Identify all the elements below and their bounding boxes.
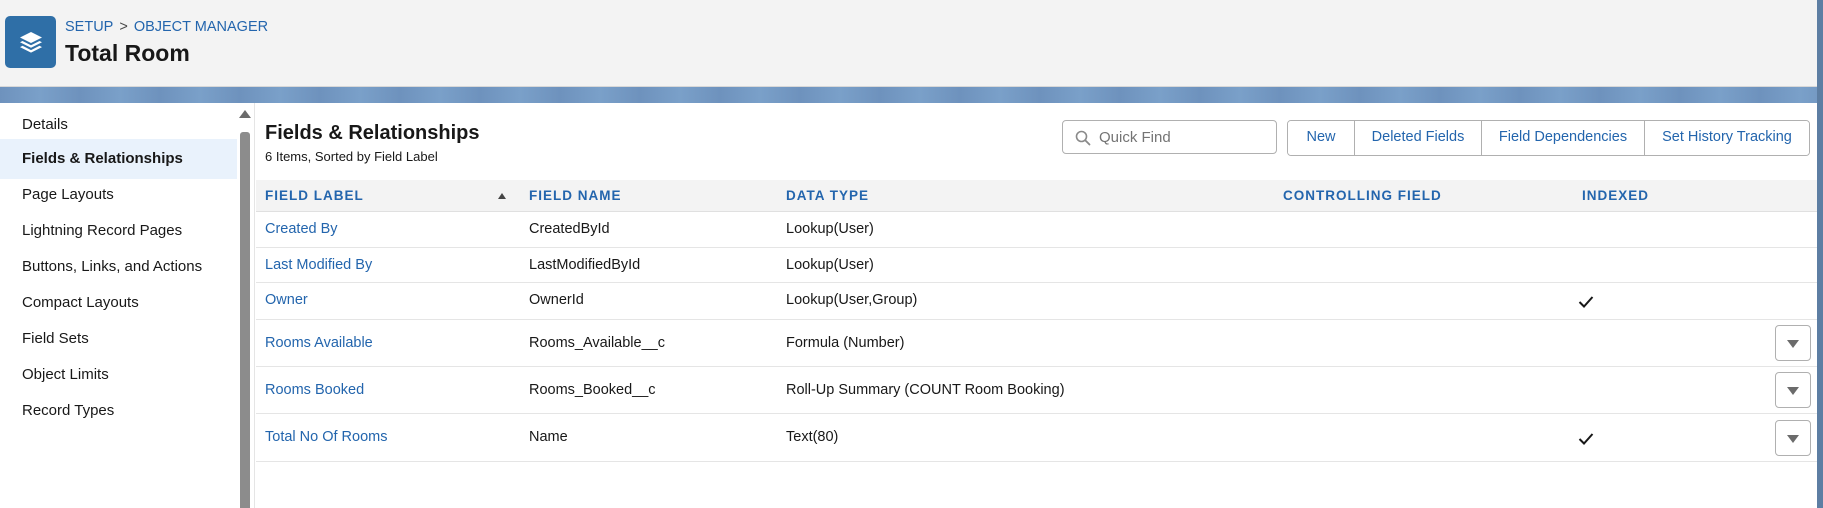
field-name: Rooms_Booked__c bbox=[529, 382, 656, 398]
column-header-field-label[interactable]: Field Label bbox=[265, 180, 364, 212]
field-label-link[interactable]: Created By bbox=[265, 221, 338, 237]
sidebar-scrollbar[interactable] bbox=[240, 132, 250, 508]
column-header-controlling-field[interactable]: Controlling Field bbox=[1283, 180, 1442, 212]
data-type: Roll-Up Summary (COUNT Room Booking) bbox=[786, 382, 1065, 398]
decorative-banner bbox=[0, 87, 1817, 103]
sidebar-item-buttons-links-actions[interactable]: Buttons, Links, and Actions bbox=[0, 247, 237, 287]
quick-find-input[interactable] bbox=[1099, 122, 1269, 152]
breadcrumb: SETUP > OBJECT MANAGER bbox=[65, 19, 268, 35]
row-actions-button[interactable] bbox=[1775, 420, 1811, 456]
window-edge bbox=[1817, 0, 1823, 508]
sidebar-item-record-types[interactable]: Record Types bbox=[0, 391, 237, 431]
data-type: Lookup(User) bbox=[786, 257, 874, 273]
table-row: Rooms Available Rooms_Available__c Formu… bbox=[256, 320, 1817, 367]
data-type: Formula (Number) bbox=[786, 335, 905, 351]
chevron-down-icon bbox=[1787, 340, 1799, 348]
table-row: Rooms Booked Rooms_Booked__c Roll-Up Sum… bbox=[256, 367, 1817, 414]
sidebar-divider bbox=[254, 103, 255, 508]
data-type: Lookup(User) bbox=[786, 221, 874, 237]
row-actions-button[interactable] bbox=[1775, 372, 1811, 408]
field-label-link[interactable]: Owner bbox=[265, 292, 308, 308]
page-header: SETUP > OBJECT MANAGER Total Room bbox=[0, 0, 1817, 87]
new-button[interactable]: New bbox=[1288, 121, 1354, 155]
scroll-up-arrow-icon[interactable] bbox=[239, 110, 251, 118]
data-type: Text(80) bbox=[786, 429, 839, 445]
field-name: LastModifiedById bbox=[529, 257, 641, 273]
fields-relationships-section: Fields & Relationships 6 Items, Sorted b… bbox=[256, 103, 1817, 508]
sort-ascending-icon[interactable] bbox=[498, 193, 506, 199]
page-title: Total Room bbox=[65, 40, 190, 66]
field-label-link[interactable]: Last Modified By bbox=[265, 257, 372, 273]
sidebar: Details Fields & Relationships Page Layo… bbox=[0, 103, 237, 508]
field-name: CreatedById bbox=[529, 221, 610, 237]
sidebar-item-fields-relationships[interactable]: Fields & Relationships bbox=[0, 139, 237, 179]
section-subtitle: 6 Items, Sorted by Field Label bbox=[265, 149, 438, 164]
layers-icon bbox=[5, 16, 56, 68]
action-button-group: New Deleted Fields Field Dependencies Se… bbox=[1287, 120, 1810, 156]
field-name: Name bbox=[529, 429, 568, 445]
breadcrumb-setup[interactable]: SETUP bbox=[65, 19, 113, 35]
chevron-down-icon bbox=[1787, 435, 1799, 443]
table-row: Last Modified By LastModifiedById Lookup… bbox=[256, 248, 1817, 283]
breadcrumb-object-manager[interactable]: OBJECT MANAGER bbox=[134, 19, 268, 35]
column-header-data-type[interactable]: Data Type bbox=[786, 180, 869, 212]
sidebar-item-compact-layouts[interactable]: Compact Layouts bbox=[0, 283, 237, 323]
section-title: Fields & Relationships bbox=[265, 122, 480, 144]
field-name: Rooms_Available__c bbox=[529, 335, 665, 351]
data-type: Lookup(User,Group) bbox=[786, 292, 918, 308]
field-name: OwnerId bbox=[529, 292, 584, 308]
sidebar-item-field-sets[interactable]: Field Sets bbox=[0, 319, 237, 359]
sidebar-item-object-limits[interactable]: Object Limits bbox=[0, 355, 237, 395]
field-label-link[interactable]: Total No Of Rooms bbox=[265, 429, 388, 445]
set-history-tracking-button[interactable]: Set History Tracking bbox=[1644, 121, 1809, 155]
deleted-fields-button[interactable]: Deleted Fields bbox=[1354, 121, 1481, 155]
row-actions-button[interactable] bbox=[1775, 325, 1811, 361]
checkmark-icon bbox=[1578, 433, 1594, 445]
table-row: Total No Of Rooms Name Text(80) bbox=[256, 414, 1817, 462]
sidebar-item-page-layouts[interactable]: Page Layouts bbox=[0, 175, 237, 215]
field-label-link[interactable]: Rooms Booked bbox=[265, 382, 364, 398]
breadcrumb-separator: > bbox=[119, 19, 128, 35]
table-row: Owner OwnerId Lookup(User,Group) bbox=[256, 283, 1817, 320]
field-label-link[interactable]: Rooms Available bbox=[265, 335, 373, 351]
table-row: Created By CreatedById Lookup(User) bbox=[256, 212, 1817, 248]
field-dependencies-button[interactable]: Field Dependencies bbox=[1481, 121, 1644, 155]
sidebar-item-lightning-record-pages[interactable]: Lightning Record Pages bbox=[0, 211, 237, 251]
column-header-field-name[interactable]: Field Name bbox=[529, 180, 622, 212]
quick-find-box[interactable] bbox=[1062, 120, 1277, 154]
search-icon bbox=[1075, 130, 1091, 146]
table-header: Field Label Field Name Data Type Control… bbox=[256, 180, 1817, 212]
checkmark-icon bbox=[1578, 296, 1594, 308]
column-header-indexed[interactable]: Indexed bbox=[1582, 180, 1649, 212]
chevron-down-icon bbox=[1787, 387, 1799, 395]
